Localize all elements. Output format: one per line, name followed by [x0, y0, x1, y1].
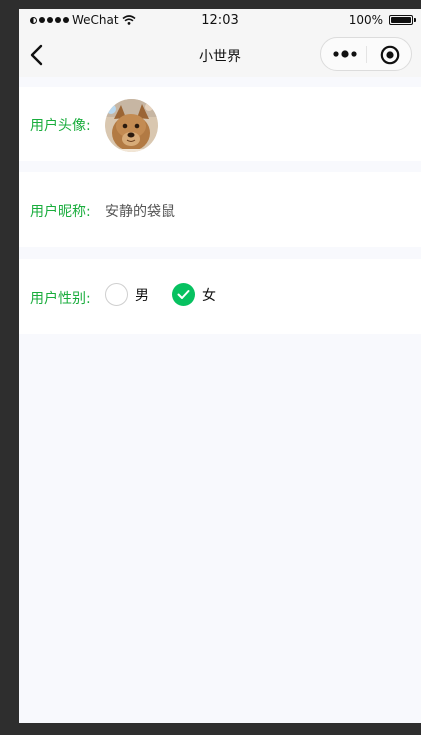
- status-right: 100%: [348, 13, 416, 27]
- battery-percent: 100%: [348, 13, 383, 27]
- radio-female-label[interactable]: 女: [202, 285, 216, 305]
- avatar-label: 用户头像:: [30, 118, 91, 134]
- battery-icon: [389, 15, 416, 25]
- record-circle-icon[interactable]: [380, 45, 400, 65]
- radio-female[interactable]: [172, 283, 195, 306]
- phone-screen: WeChat 12:03 100% 小世界 用户头像: 用户昵称: 安静的袋鼠 …: [19, 9, 421, 723]
- nickname-value: 安静的袋鼠: [105, 204, 175, 220]
- more-dots-icon[interactable]: [333, 47, 357, 61]
- mini-program-capsule: [320, 37, 412, 71]
- avatar-row: 用户头像:: [19, 87, 421, 161]
- gender-label: 用户性别:: [30, 291, 91, 307]
- dog-avatar-image: [105, 99, 158, 152]
- gender-row: 用户性别: 男 女: [19, 259, 421, 334]
- radio-male-label[interactable]: 男: [135, 285, 149, 305]
- radio-male[interactable]: [105, 283, 128, 306]
- status-bar: WeChat 12:03 100%: [19, 9, 421, 33]
- nickname-label: 用户昵称:: [30, 204, 91, 220]
- nav-bar: 小世界: [19, 33, 421, 77]
- nickname-row: 用户昵称: 安静的袋鼠: [19, 172, 421, 247]
- checkmark-icon: [177, 290, 190, 299]
- avatar[interactable]: [105, 99, 158, 152]
- capsule-divider: [366, 46, 367, 63]
